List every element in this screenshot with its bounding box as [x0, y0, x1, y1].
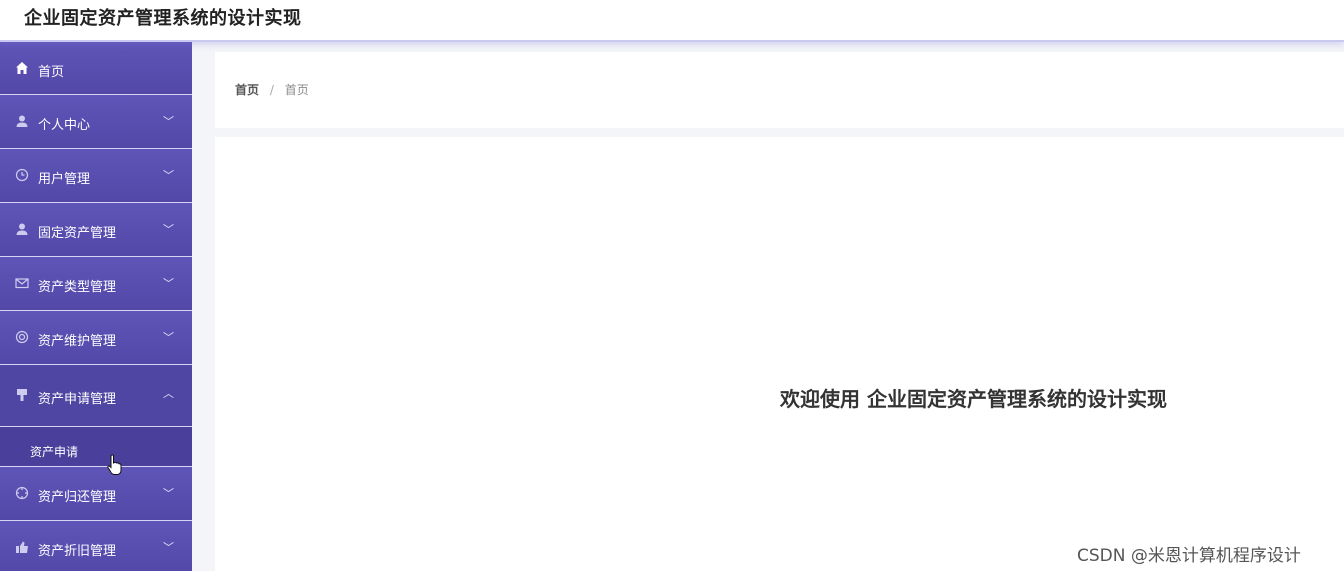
sidebar-item-asset-maintenance-management[interactable]: 资产维护管理 ﹀	[0, 311, 192, 365]
brush-icon	[14, 387, 30, 403]
top-header: 企业固定资产管理系统的设计实现	[0, 0, 1344, 42]
watermark-text: CSDN @米恩计算机程序设计	[1077, 546, 1301, 566]
breadcrumb: 首页 / 首页	[235, 81, 309, 98]
sidebar-item-personal-center[interactable]: 个人中心 ﹀	[0, 95, 192, 149]
sidebar-item-asset-depreciation-management[interactable]: 资产折旧管理 ﹀	[0, 521, 192, 571]
sidebar-item-fixed-asset-management[interactable]: 固定资产管理 ﹀	[0, 203, 192, 257]
sidebar-item-label: 资产归还管理	[38, 490, 117, 505]
main-content: 欢迎使用 企业固定资产管理系统的设计实现	[215, 137, 1344, 571]
chevron-down-icon: ﹀	[163, 223, 174, 236]
sidebar-item-label: 首页	[38, 65, 65, 80]
sidebar-item-label: 固定资产管理	[38, 226, 117, 241]
mail-icon	[14, 275, 30, 291]
sidebar-menu: 首页 个人中心 ﹀ 用户管理 ﹀ 固定资产管理 ﹀ 资产类型管理 ﹀ 资产维护管…	[0, 42, 192, 571]
sidebar-item-label: 资产维护管理	[38, 334, 117, 349]
user-icon	[14, 221, 30, 237]
sidebar-subitem-asset-application[interactable]: 资产申请	[0, 427, 192, 467]
hand-pointer-cursor-icon	[107, 454, 122, 475]
chevron-down-icon: ﹀	[163, 487, 174, 500]
sidebar-item-user-management[interactable]: 用户管理 ﹀	[0, 149, 192, 203]
sidebar-item-label: 资产类型管理	[38, 280, 117, 295]
sidebar-item-label: 资产折旧管理	[38, 544, 117, 559]
lifebuoy-icon	[14, 329, 30, 345]
sidebar-item-asset-application-management[interactable]: 资产申请管理 ︿	[0, 365, 192, 427]
app-title: 企业固定资产管理系统的设计实现	[24, 8, 302, 29]
user-icon	[14, 113, 30, 129]
chevron-down-icon: ﹀	[163, 277, 174, 290]
chevron-down-icon: ﹀	[163, 331, 174, 344]
chevron-down-icon: ﹀	[163, 169, 174, 182]
home-icon	[14, 60, 30, 76]
welcome-heading: 欢迎使用 企业固定资产管理系统的设计实现	[780, 387, 1167, 411]
thumb-icon	[14, 539, 30, 555]
breadcrumb-home-link[interactable]: 首页	[235, 83, 259, 97]
submenu-asset-application: 资产申请	[0, 427, 192, 467]
breadcrumb-separator: /	[269, 83, 274, 97]
chevron-up-icon: ︿	[163, 387, 174, 400]
sidebar-item-label: 用户管理	[38, 172, 91, 187]
breadcrumb-card: 首页 / 首页	[215, 52, 1344, 128]
sidebar-item-home[interactable]: 首页	[0, 42, 192, 95]
target-icon	[14, 485, 30, 501]
chevron-down-icon: ﹀	[163, 541, 174, 554]
sidebar-item-label: 个人中心	[38, 118, 91, 133]
chevron-down-icon: ﹀	[163, 115, 174, 128]
clock-icon	[14, 167, 30, 183]
breadcrumb-current: 首页	[284, 83, 309, 97]
sidebar-item-label: 资产申请管理	[38, 392, 117, 407]
sidebar-subitem-label: 资产申请	[30, 445, 79, 459]
sidebar-item-asset-return-management[interactable]: 资产归还管理 ﹀	[0, 467, 192, 521]
sidebar-item-asset-type-management[interactable]: 资产类型管理 ﹀	[0, 257, 192, 311]
